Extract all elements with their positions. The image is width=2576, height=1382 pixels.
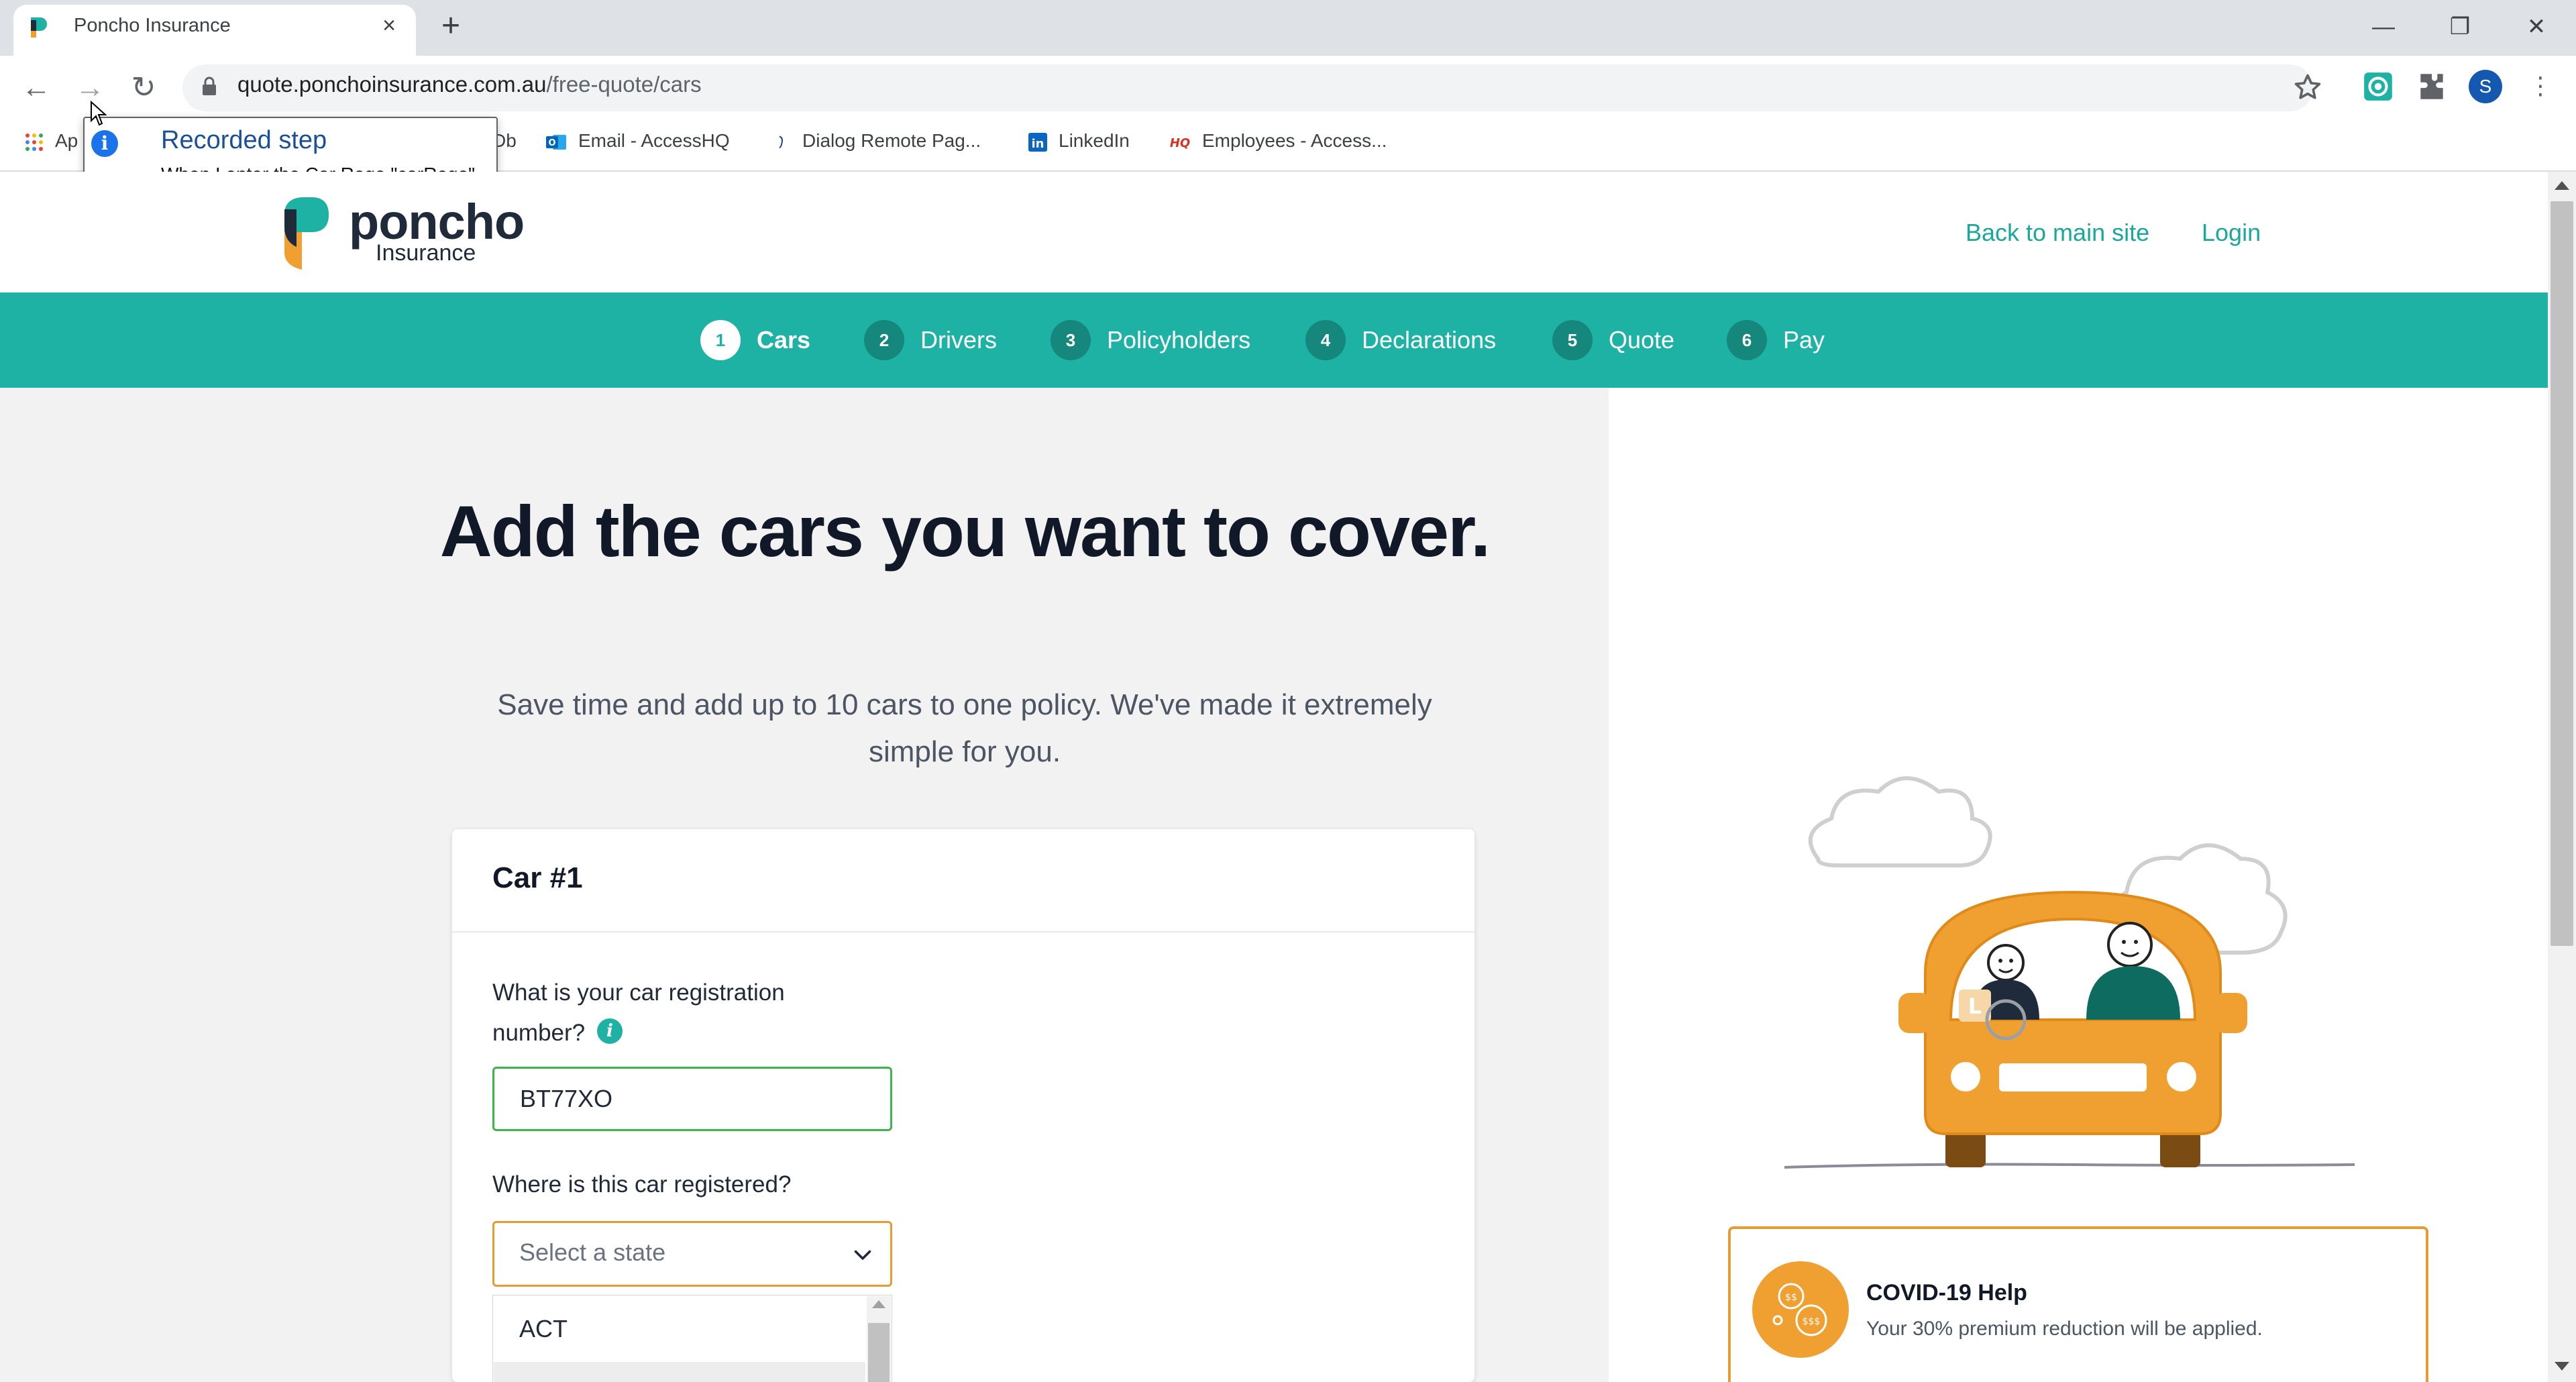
car-rego-input[interactable] [492, 1067, 892, 1131]
covid-text: Your 30% premium reduction will be appli… [1866, 1318, 2263, 1340]
svg-text:O: O [548, 138, 555, 148]
step-pay[interactable]: 6 Pay [1727, 319, 1825, 362]
bookmark-star-icon[interactable] [2293, 72, 2322, 102]
minimize-button[interactable]: — [2353, 7, 2414, 47]
step-label: Policyholders [1107, 326, 1251, 354]
bookmark-linkedin[interactable]: in LinkedIn [1028, 127, 1130, 154]
step-cars[interactable]: 1 Cars [700, 319, 810, 362]
scroll-up-arrow-icon[interactable] [2555, 181, 2569, 190]
tooltip-title: Recorded step [161, 126, 327, 154]
state-option-highlighted[interactable] [494, 1362, 865, 1382]
scroll-up-arrow-icon[interactable] [872, 1300, 885, 1308]
reload-button[interactable]: ↻ [125, 69, 162, 107]
bookmark-employees-access[interactable]: HQ Employees - Access... [1169, 127, 1387, 154]
car-illustration: L [1784, 776, 2355, 1169]
tab-title: Poncho Insurance [74, 15, 231, 36]
poncho-logo-icon[interactable] [282, 195, 329, 272]
step-label: Cars [757, 326, 811, 354]
svg-text:HQ: HQ [1170, 136, 1190, 150]
step-drivers[interactable]: 2 Drivers [864, 319, 997, 362]
step-declarations[interactable]: 4 Declarations [1305, 319, 1496, 362]
login-link[interactable]: Login [2202, 219, 2261, 247]
chevron-down-icon [854, 1250, 871, 1260]
info-icon: i [91, 130, 118, 157]
bookmark-label: Ap [55, 130, 78, 151]
url-path: /free-quote/cars [546, 72, 702, 97]
url-host: quote.ponchoinsurance.com.au [237, 72, 547, 97]
step-number: 1 [700, 320, 741, 360]
progress-steps-bar [0, 293, 2548, 388]
step-number: 4 [1305, 320, 1346, 360]
back-to-main-site-link[interactable]: Back to main site [1966, 219, 2149, 247]
step-number: 5 [1552, 320, 1593, 360]
page-scrollbar-thumb[interactable] [2551, 201, 2573, 946]
step-number: 3 [1051, 320, 1091, 360]
bookmark-email-accesshq[interactable]: O Email - AccessHQ [545, 127, 730, 154]
step-label: Quote [1609, 326, 1675, 354]
dropdown-scrollbar-thumb[interactable] [868, 1323, 890, 1382]
bookmark-apps[interactable]: Ap [24, 127, 78, 154]
rego-info-icon[interactable]: i [597, 1018, 623, 1044]
tab-close-icon[interactable]: × [376, 12, 402, 39]
url-text[interactable]: quote.ponchoinsurance.com.au/free-quote/… [237, 72, 702, 97]
page-subtitle: Save time and add up to 10 cars to one p… [497, 688, 1432, 768]
apps-grid-icon [25, 133, 43, 151]
lock-icon [203, 76, 216, 95]
money-chat-icon: $$ $$$ [1752, 1261, 1849, 1358]
bookmark-label: Email - AccessHQ [578, 130, 730, 151]
browser-menu-icon[interactable]: ⋮ [2524, 70, 2557, 103]
page-title: Add the cars you want to cover. [439, 490, 1491, 572]
poncho-favicon-icon [31, 17, 47, 38]
step-label: Declarations [1362, 326, 1497, 354]
close-window-button[interactable]: ✕ [2506, 7, 2567, 47]
step-policyholders[interactable]: 3 Policyholders [1051, 319, 1250, 362]
covid-title: COVID-19 Help [1866, 1280, 2027, 1306]
state-label: Where is this car registered? [492, 1171, 792, 1198]
profile-avatar[interactable]: S [2469, 70, 2502, 103]
bookmark-dialog-remote[interactable]: Dialog Remote Pag... [777, 127, 981, 154]
bracket-icon [779, 136, 783, 148]
svg-text:in: in [1032, 137, 1044, 151]
extensions-puzzle-icon[interactable] [2415, 70, 2449, 103]
restore-button[interactable]: ❐ [2430, 7, 2490, 47]
back-button[interactable]: ← [17, 69, 55, 107]
linkedin-icon: in [1028, 132, 1047, 152]
bookmark-label: Employees - Access... [1202, 130, 1387, 151]
new-tab-button[interactable]: + [435, 10, 467, 43]
divider [452, 931, 1474, 933]
step-label: Drivers [920, 326, 997, 354]
outlook-icon: O [546, 134, 566, 150]
svg-text:$$$: $$$ [1803, 1316, 1821, 1327]
mouse-cursor-icon [91, 101, 107, 126]
bookmark-label: Dialog Remote Pag... [802, 130, 981, 151]
hq-icon: HQ [1170, 136, 1190, 150]
step-quote[interactable]: 5 Quote [1552, 319, 1674, 362]
rego-label: What is your car registration number? [492, 979, 785, 1046]
state-option-label: ACT [519, 1315, 568, 1342]
state-select-placeholder: Select a state [519, 1238, 666, 1266]
scroll-down-arrow-icon[interactable] [2555, 1362, 2569, 1371]
extension-recorder-icon[interactable] [2361, 70, 2395, 103]
car-card-title: Car #1 [492, 861, 583, 894]
svg-text:L: L [1968, 994, 1982, 1019]
logo-subtitle: Insurance [376, 240, 476, 266]
bookmark-label: LinkedIn [1059, 130, 1130, 151]
svg-text:$$: $$ [1785, 1292, 1797, 1303]
step-number: 6 [1727, 320, 1767, 360]
step-label: Pay [1783, 326, 1825, 354]
step-number: 2 [864, 320, 904, 360]
